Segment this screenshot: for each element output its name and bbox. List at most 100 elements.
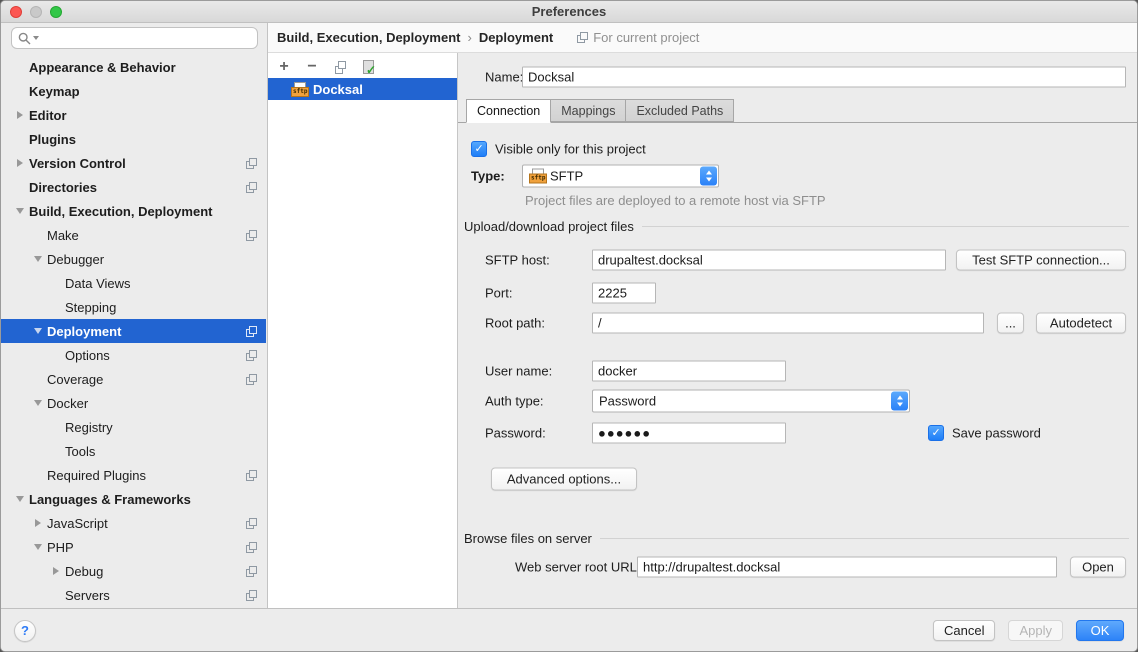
sidebar-item-deployment[interactable]: Deployment: [1, 319, 266, 343]
sidebar-item-version-control[interactable]: Version Control: [1, 151, 266, 175]
chevron-right-icon[interactable]: [47, 567, 65, 575]
chevron-right-icon[interactable]: [11, 111, 29, 119]
sftp-file-icon: [291, 82, 307, 97]
sidebar-item-label: Make: [47, 228, 246, 243]
sidebar-item-label: Keymap: [29, 84, 257, 99]
advanced-options-row: Advanced options...: [458, 467, 1138, 490]
server-list-item-docksal[interactable]: Docksal: [268, 78, 457, 100]
tab-connection[interactable]: Connection: [466, 99, 551, 123]
sidebar-item-build-execution-deployment[interactable]: Build, Execution, Deployment: [1, 199, 266, 223]
password-label: Password:: [485, 425, 546, 440]
root-path-input[interactable]: [592, 312, 984, 333]
duplicate-icon: [335, 61, 346, 74]
open-url-button[interactable]: Open: [1070, 556, 1126, 577]
chevron-down-icon[interactable]: [29, 256, 47, 262]
use-as-default-icon: [361, 60, 375, 74]
sidebar-item-plugins[interactable]: Plugins: [1, 127, 266, 151]
sidebar-item-label: Data Views: [65, 276, 257, 291]
sidebar-item-label: Plugins: [29, 132, 257, 147]
project-settings-icon: [246, 230, 257, 241]
sidebar-item-make[interactable]: Make: [1, 223, 266, 247]
auth-type-value: Password: [599, 393, 656, 408]
visible-project-label: Visible only for this project: [495, 141, 646, 156]
password-input[interactable]: [592, 422, 786, 443]
preferences-window: Preferences Appearance & BehaviorKeymapE…: [0, 0, 1138, 652]
breadcrumb-page: Deployment: [479, 30, 553, 45]
settings-tree: Appearance & Behavior Keymap Editor Plugins…: [1, 55, 266, 607]
stepper-icon[interactable]: [700, 166, 717, 185]
sidebar-item-javascript[interactable]: JavaScript: [1, 511, 266, 535]
root-path-row: Root path: ... Autodetect: [458, 311, 1138, 334]
advanced-options-button[interactable]: Advanced options...: [491, 467, 637, 490]
visible-project-checkbox[interactable]: [471, 141, 487, 157]
browse-root-path-button[interactable]: ...: [997, 312, 1024, 333]
sidebar-item-debugger[interactable]: Debugger: [1, 247, 266, 271]
chevron-down-icon[interactable]: [29, 544, 47, 550]
duplicate-server-button[interactable]: [328, 57, 352, 77]
sidebar-item-label: Editor: [29, 108, 257, 123]
upload-section-header: Upload/download project files: [464, 217, 1129, 235]
chevron-right-icon[interactable]: [11, 159, 29, 167]
cancel-button[interactable]: Cancel: [933, 620, 995, 641]
type-hint: Project files are deployed to a remote h…: [525, 193, 826, 208]
sidebar-item-languages-frameworks[interactable]: Languages & Frameworks: [1, 487, 266, 511]
remove-server-button[interactable]: −: [300, 57, 324, 77]
sidebar-item-options[interactable]: Options: [1, 343, 266, 367]
sidebar-item-required-plugins[interactable]: Required Plugins: [1, 463, 266, 487]
sidebar-item-label: Docker: [47, 396, 257, 411]
sidebar-item-label: Coverage: [47, 372, 246, 387]
project-settings-icon: [246, 590, 257, 601]
add-server-button[interactable]: +: [272, 57, 296, 77]
tab-mappings[interactable]: Mappings: [550, 99, 626, 122]
sidebar-item-editor[interactable]: Editor: [1, 103, 266, 127]
stepper-icon[interactable]: [891, 391, 908, 410]
project-settings-icon: [246, 542, 257, 553]
section-divider: [600, 538, 1129, 539]
sidebar-item-directories[interactable]: Directories: [1, 175, 266, 199]
test-sftp-connection-button[interactable]: Test SFTP connection...: [956, 249, 1126, 270]
ok-button[interactable]: OK: [1076, 620, 1124, 641]
use-as-default-button[interactable]: [356, 57, 380, 77]
sidebar-item-label: JavaScript: [47, 516, 246, 531]
port-row: Port:: [458, 281, 1138, 304]
sidebar-item-stepping[interactable]: Stepping: [1, 295, 266, 319]
help-button[interactable]: ?: [14, 620, 36, 642]
sidebar-item-php[interactable]: PHP: [1, 535, 266, 559]
sidebar-item-servers[interactable]: Servers: [1, 583, 266, 607]
sidebar-item-tools[interactable]: Tools: [1, 439, 266, 463]
sftp-host-label: SFTP host:: [485, 252, 550, 267]
search-input[interactable]: [41, 31, 251, 46]
settings-search-box[interactable]: [11, 27, 258, 49]
name-input[interactable]: [522, 66, 1126, 87]
auth-type-label: Auth type:: [485, 393, 544, 408]
chevron-down-icon[interactable]: [29, 400, 47, 406]
sidebar-item-debug[interactable]: Debug: [1, 559, 266, 583]
user-name-row: User name:: [458, 359, 1138, 382]
sidebar-item-label: Appearance & Behavior: [29, 60, 257, 75]
autodetect-button[interactable]: Autodetect: [1036, 312, 1126, 333]
chevron-right-icon[interactable]: [29, 519, 47, 527]
sidebar-item-keymap[interactable]: Keymap: [1, 79, 266, 103]
preferences-content: Appearance & Behavior Keymap Editor Plugins…: [1, 23, 1137, 608]
sftp-host-input[interactable]: [592, 249, 946, 270]
breadcrumb-section[interactable]: Build, Execution, Deployment: [277, 30, 460, 45]
chevron-down-icon[interactable]: [29, 328, 47, 334]
save-password-checkbox[interactable]: [928, 425, 944, 441]
port-input[interactable]: [592, 282, 656, 303]
chevron-down-icon[interactable]: [11, 496, 29, 502]
chevron-down-icon[interactable]: [11, 208, 29, 214]
search-options-caret-icon[interactable]: [33, 36, 39, 40]
sidebar-item-docker[interactable]: Docker: [1, 391, 266, 415]
tab-bar: ConnectionMappingsExcluded Paths: [466, 99, 734, 123]
apply-button[interactable]: Apply: [1008, 620, 1063, 641]
type-select[interactable]: SFTP: [522, 164, 719, 187]
sidebar-item-registry[interactable]: Registry: [1, 415, 266, 439]
sidebar-item-appearance-behavior[interactable]: Appearance & Behavior: [1, 55, 266, 79]
web-root-input[interactable]: [637, 556, 1057, 577]
auth-type-select[interactable]: Password: [592, 389, 910, 412]
sidebar-item-data-views[interactable]: Data Views: [1, 271, 266, 295]
user-name-input[interactable]: [592, 360, 786, 381]
sidebar-item-coverage[interactable]: Coverage: [1, 367, 266, 391]
tab-excluded-paths[interactable]: Excluded Paths: [625, 99, 734, 122]
user-name-label: User name:: [485, 363, 552, 378]
